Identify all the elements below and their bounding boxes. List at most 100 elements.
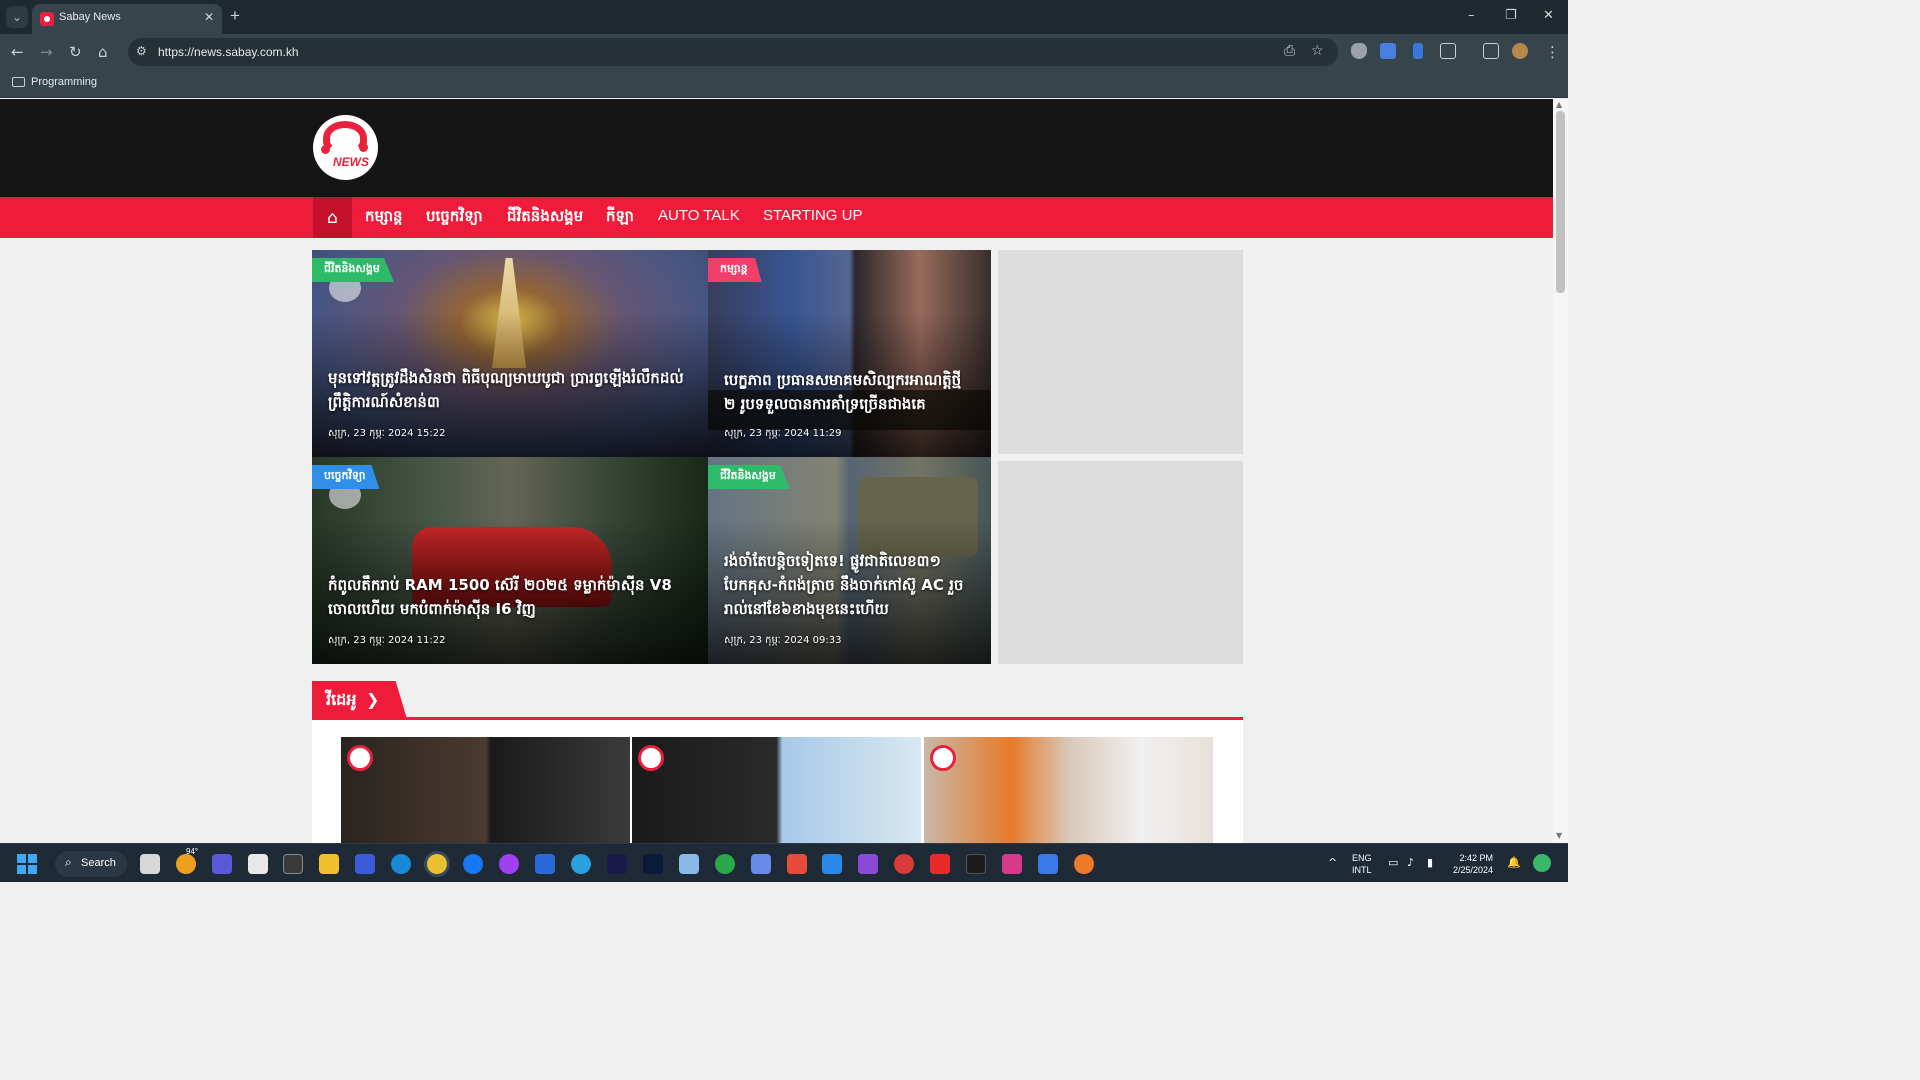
windows-start-icon[interactable] (17, 854, 37, 874)
app-icon[interactable] (787, 854, 807, 874)
video-thumbnail[interactable] (924, 737, 1213, 843)
battery-icon[interactable]: ▮ (1427, 856, 1433, 869)
copilot-icon[interactable] (1533, 854, 1551, 872)
edge-icon[interactable] (391, 854, 411, 874)
store-icon[interactable] (248, 854, 268, 874)
visual-studio-icon[interactable] (858, 854, 878, 874)
tray-chevron-icon[interactable]: ^ (1328, 856, 1337, 869)
page-scrollbar[interactable]: ▲ ▼ (1553, 99, 1568, 843)
facebook-icon[interactable] (463, 854, 483, 874)
messenger-icon[interactable] (499, 854, 519, 874)
logo-wordmark: NEWS (333, 155, 369, 169)
browser-tab[interactable]: Sabay News ✕ (32, 4, 222, 34)
meta-icon[interactable] (535, 854, 555, 874)
premiere-icon[interactable] (607, 854, 627, 874)
task-view-icon[interactable] (140, 854, 160, 874)
video-thumbnail[interactable] (341, 737, 630, 843)
reload-icon[interactable]: ↻ (69, 43, 82, 61)
scroll-down-icon[interactable]: ▼ (1556, 831, 1562, 840)
video-section-panel (312, 720, 1243, 843)
network-icon[interactable]: ▭ (1388, 856, 1398, 869)
category-tag[interactable]: ជីវិតនិងសង្គម (708, 465, 790, 489)
new-tab-button[interactable]: + (230, 6, 240, 26)
url-text[interactable]: https://news.sabay.com.kh (158, 45, 299, 59)
app-icon[interactable] (715, 854, 735, 874)
ad-placeholder[interactable] (998, 250, 1243, 454)
photoshop-icon[interactable] (643, 854, 663, 874)
article-title[interactable]: មុនទៅវត្តត្រូវដឹងសិនថា ពិធីបុណ្យមាឃបូជា … (328, 366, 692, 414)
nav-item-life-society[interactable]: ជីវិតនិងសង្គម (507, 207, 583, 229)
app-icon[interactable] (679, 854, 699, 874)
section-title: វីដេអូ (326, 690, 357, 709)
app-icon[interactable] (751, 854, 771, 874)
ad-placeholder[interactable] (998, 461, 1243, 664)
article-title[interactable]: បេក្ខភាព ប្រធានសមាគមសិល្បករអាណត្តិថ្មី ២… (724, 368, 975, 416)
category-tag[interactable]: ជីវិតនិងសង្គម (312, 258, 394, 282)
bookmark-star-icon[interactable]: ☆ (1311, 43, 1324, 59)
page-viewport: NEWS ⌂ កម្សាន្ត បច្ចេកវិទ្យា ជីវិតនិងសង្… (0, 99, 1553, 843)
language-indicator[interactable]: ENG INTL (1352, 852, 1372, 876)
section-tab[interactable]: វីដេអូ ❯ (312, 681, 407, 719)
featured-card[interactable]: ជីវិតនិងសង្គម រង់ចាំតែបន្តិចទៀតទេ! ផ្លូវ… (708, 457, 991, 664)
featured-card[interactable]: ជីវិតនិងសង្គម មុនទៅវត្តត្រូវដឹងសិនថា ពិធ… (312, 250, 708, 457)
profile-avatar[interactable] (1512, 43, 1528, 59)
video-section-header: វីដេអូ ❯ (312, 681, 1243, 720)
nav-home-icon[interactable]: ⌂ (313, 197, 352, 238)
youtube-icon[interactable] (930, 854, 950, 874)
close-window-button[interactable]: ✕ (1543, 8, 1554, 23)
tiktok-icon[interactable] (966, 854, 986, 874)
browser-toolbar: ← → ↻ ⌂ ⚙ https://news.sabay.com.kh ⎙ ☆ … (0, 34, 1568, 70)
nav-item-starting-up[interactable]: STARTING UP (763, 207, 862, 224)
site-info-icon[interactable]: ⚙ (136, 44, 147, 58)
docs-extension-icon[interactable] (1413, 43, 1423, 59)
volume-icon[interactable]: ♪ (1407, 856, 1414, 869)
featured-card[interactable]: កម្សាន្ត បេក្ខភាព ប្រធានសមាគមសិល្បករអាណត… (708, 250, 991, 457)
sabay-logo-icon (638, 745, 664, 771)
instagram-icon[interactable] (1002, 854, 1022, 874)
category-tag[interactable]: បច្ចេកវិទ្យា (312, 465, 380, 489)
scroll-up-icon[interactable]: ▲ (1556, 100, 1562, 109)
bookmark-folder-programming[interactable]: Programming (31, 76, 97, 88)
app-icon[interactable] (1074, 854, 1094, 874)
nav-item-sport[interactable]: កីឡា (606, 207, 634, 229)
telegram-icon[interactable] (571, 854, 591, 874)
translate-extension-icon[interactable] (1380, 43, 1396, 59)
category-tag[interactable]: កម្សាន្ត (708, 258, 762, 282)
teams-icon[interactable] (212, 854, 232, 874)
devcpp-icon[interactable] (894, 854, 914, 874)
minimize-button[interactable]: – (1468, 8, 1475, 23)
shield-extension-icon[interactable] (1351, 43, 1367, 59)
scrollbar-thumb[interactable] (1556, 111, 1565, 293)
notification-bell-icon[interactable]: 🔔 (1507, 856, 1521, 869)
article-date: សុក្រ, 23 កុម្ភៈ 2024 11:29 (724, 428, 842, 439)
featured-card[interactable]: បច្ចេកវិទ្យា កំពូលតឹករាប់ RAM 1500 ស៊េរី… (312, 457, 708, 664)
vscode-icon[interactable] (822, 854, 842, 874)
side-panel-icon[interactable] (1483, 43, 1499, 59)
sabay-news-logo[interactable]: NEWS (313, 115, 378, 180)
nav-item-entertainment[interactable]: កម្សាន្ត (365, 207, 403, 229)
folder-icon (12, 77, 25, 87)
article-title[interactable]: រង់ចាំតែបន្តិចទៀតទេ! ផ្លូវជាតិលេខ៣១ បែកគ… (724, 549, 975, 621)
install-app-icon[interactable]: ⎙ (1284, 43, 1295, 59)
back-arrow-icon[interactable]: ← (11, 43, 24, 61)
notepad-icon[interactable] (1038, 854, 1058, 874)
file-explorer-icon[interactable] (319, 854, 339, 874)
weather-icon[interactable] (176, 854, 196, 874)
address-bar[interactable]: ⚙ https://news.sabay.com.kh ⎙ ☆ (128, 38, 1338, 66)
tab-close-icon[interactable]: ✕ (204, 10, 214, 24)
nav-item-technology[interactable]: បច្ចេកវិទ្យា (426, 207, 483, 229)
chrome-icon[interactable] (427, 854, 447, 874)
home-icon[interactable]: ⌂ (98, 43, 108, 61)
clock[interactable]: 2:42 PM 2/25/2024 (1453, 852, 1493, 876)
taskbar-search[interactable]: ⌕ Search (55, 851, 127, 877)
restore-button[interactable]: ❐ (1505, 8, 1517, 23)
article-title[interactable]: កំពូលតឹករាប់ RAM 1500 ស៊េរី ២០២៥ ទម្លាក់… (328, 573, 692, 621)
nav-item-auto-talk[interactable]: AUTO TALK (658, 207, 740, 224)
forward-arrow-icon[interactable]: → (40, 43, 53, 61)
app-icon[interactable] (283, 854, 303, 874)
tab-search-button[interactable]: ⌄ (6, 6, 28, 28)
video-thumbnail[interactable] (632, 737, 921, 843)
app-icon[interactable] (355, 854, 375, 874)
menu-kebab-icon[interactable]: ⋮ (1545, 43, 1560, 61)
extensions-puzzle-icon[interactable] (1440, 43, 1456, 59)
